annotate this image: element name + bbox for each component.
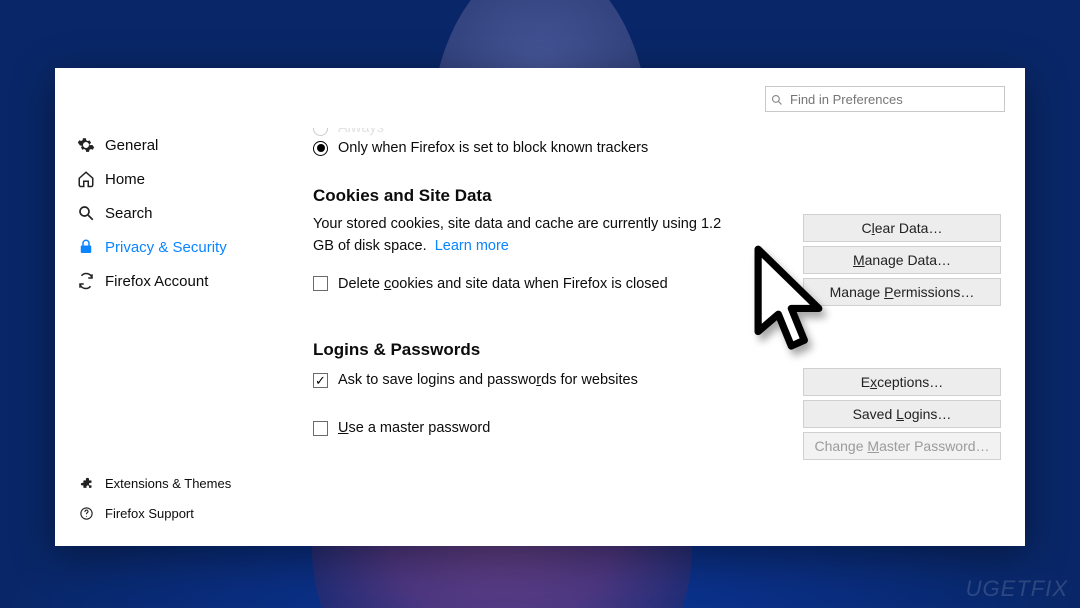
preferences-window: General Home Search Privacy & Security — [55, 68, 1025, 546]
sidebar-item-label: Firefox Support — [105, 506, 194, 521]
sidebar-item-home[interactable]: Home — [77, 162, 265, 196]
help-icon — [77, 504, 95, 522]
sync-icon — [77, 272, 95, 290]
home-icon — [77, 170, 95, 188]
sidebar-item-support[interactable]: Firefox Support — [77, 498, 265, 528]
sidebar-item-search[interactable]: Search — [77, 196, 265, 230]
checkbox-ask-save-logins[interactable]: Ask to save logins and passwords for web… — [313, 372, 638, 388]
section-heading-cookies: Cookies and Site Data — [313, 186, 1001, 206]
checkbox-label: Use a master password — [338, 420, 490, 436]
checkbox-label: Delete cookies and site data when Firefo… — [338, 276, 668, 292]
sidebar-item-label: Search — [105, 205, 153, 222]
radio-option-only-trackers[interactable]: Only when Firefox is set to block known … — [313, 140, 1001, 156]
sidebar-item-account[interactable]: Firefox Account — [77, 264, 265, 298]
learn-more-link[interactable]: Learn more — [435, 238, 509, 254]
sidebar-item-privacy[interactable]: Privacy & Security — [77, 230, 265, 264]
sidebar-item-label: General — [105, 137, 158, 154]
checkbox-delete-on-close[interactable]: Delete cookies and site data when Firefo… — [313, 276, 733, 292]
sidebar: General Home Search Privacy & Security — [55, 128, 265, 546]
exceptions-button[interactable]: Exceptions… — [803, 368, 1001, 396]
search-input[interactable] — [765, 86, 1005, 112]
radio-option-always[interactable]: Always — [313, 128, 1001, 136]
section-heading-logins: Logins & Passwords — [313, 340, 1001, 360]
search-bar — [765, 86, 1005, 112]
search-icon — [771, 93, 783, 105]
checkbox-icon — [313, 276, 328, 291]
saved-logins-button[interactable]: Saved Logins… — [803, 400, 1001, 428]
clear-data-button[interactable]: Clear Data… — [803, 214, 1001, 242]
radio-icon — [313, 141, 328, 156]
sidebar-item-general[interactable]: General — [77, 128, 265, 162]
puzzle-icon — [77, 474, 95, 492]
radio-label: Always — [338, 128, 384, 136]
checkbox-label: Ask to save logins and passwords for web… — [338, 372, 638, 388]
manage-permissions-button[interactable]: Manage Permissions… — [803, 278, 1001, 306]
sidebar-footer: Extensions & Themes Firefox Support — [77, 468, 265, 546]
sidebar-item-label: Privacy & Security — [105, 239, 227, 256]
sidebar-item-label: Extensions & Themes — [105, 476, 231, 491]
search-icon — [77, 204, 95, 222]
radio-icon — [313, 128, 328, 136]
lock-icon — [77, 238, 95, 256]
checkbox-icon — [313, 421, 328, 436]
checkbox-master-password[interactable]: Use a master password — [313, 420, 638, 436]
content-area: Always Only when Firefox is set to block… — [265, 128, 1025, 546]
change-master-password-button: Change Master Password… — [803, 432, 1001, 460]
gear-icon — [77, 136, 95, 154]
sidebar-item-extensions[interactable]: Extensions & Themes — [77, 468, 265, 498]
manage-data-button[interactable]: Manage Data… — [803, 246, 1001, 274]
radio-label: Only when Firefox is set to block known … — [338, 140, 648, 156]
cookies-description: Your stored cookies, site data and cache… — [313, 214, 733, 258]
checkbox-icon — [313, 373, 328, 388]
sidebar-item-label: Firefox Account — [105, 273, 208, 290]
watermark: UGETFIX — [966, 576, 1068, 602]
sidebar-item-label: Home — [105, 171, 145, 188]
